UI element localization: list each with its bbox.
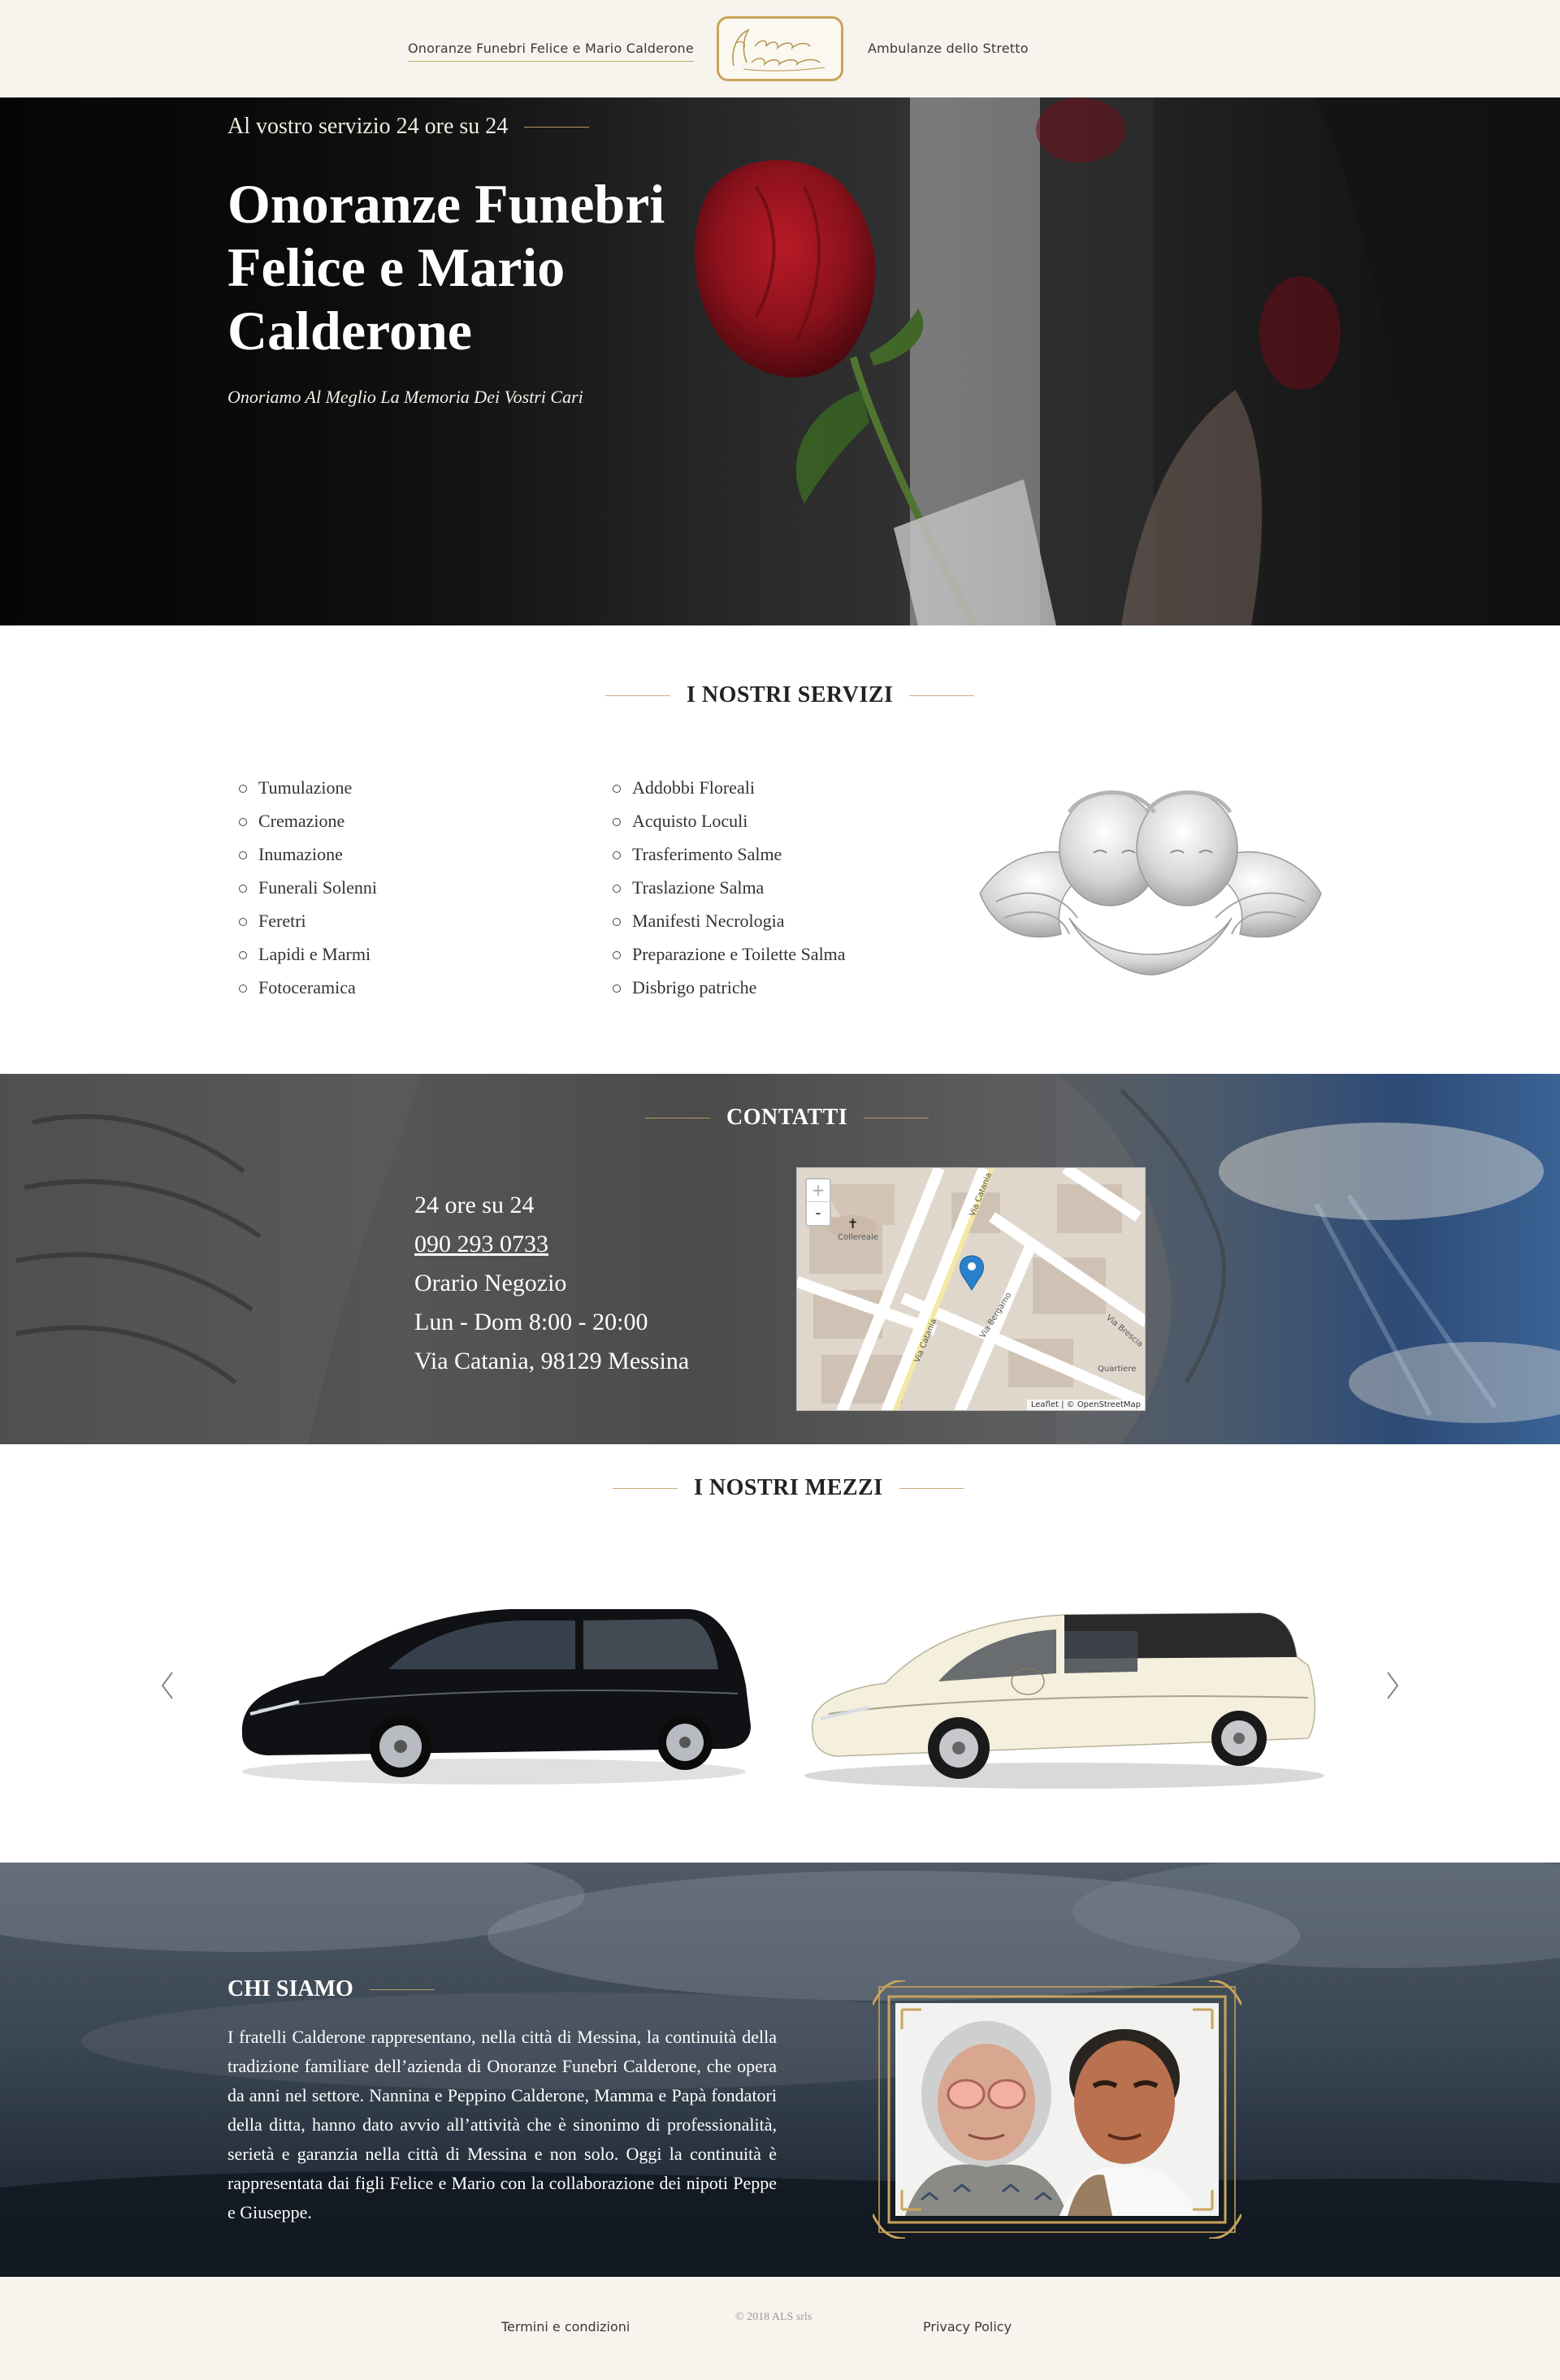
service-item: Funerali Solenni bbox=[234, 876, 526, 900]
service-item: Inumazione bbox=[234, 842, 526, 867]
services-heading: I NOSTRI SERVIZI bbox=[605, 682, 975, 708]
services-list-2: Addobbi Floreali Acquisto Loculi Trasfer… bbox=[608, 776, 852, 1009]
service-item: Fotoceramica bbox=[234, 976, 526, 1000]
hearse-white-image bbox=[804, 1612, 1324, 1789]
terms-link[interactable]: Termini e condizioni bbox=[501, 2319, 630, 2335]
heading-rule-left bbox=[613, 1487, 678, 1489]
about-text: I fratelli Calderone rappresentano, nell… bbox=[228, 2027, 777, 2222]
footer bbox=[0, 2277, 1560, 2380]
services-list-1: Tumulazione Cremazione Inumazione Funera… bbox=[234, 776, 526, 1009]
address: Via Catania, 98129 Messina bbox=[414, 1348, 690, 1374]
map-label-church: Collereale bbox=[838, 1233, 878, 1242]
privacy-link[interactable]: Privacy Policy bbox=[923, 2319, 1012, 2335]
phone-link[interactable]: 090 293 0733 bbox=[414, 1231, 548, 1257]
hours-24-text: 24 ore su 24 bbox=[414, 1192, 535, 1218]
vehicles-heading-text: I NOSTRI MEZZI bbox=[694, 1475, 883, 1500]
shop-hours: Lun - Dom 8:00 - 20:00 bbox=[414, 1309, 648, 1335]
heading-rule-right bbox=[909, 695, 975, 696]
hero-subtitle: Onoriamo Al Meglio La Memoria Dei Vostri… bbox=[228, 387, 583, 407]
cherubs-image bbox=[979, 790, 1322, 976]
map-attribution[interactable]: Leaflet | © OpenStreetMap bbox=[1026, 1400, 1145, 1410]
service-item: Trasferimento Salme bbox=[608, 842, 852, 867]
zoom-in-button[interactable]: + bbox=[807, 1179, 830, 1202]
shop-hours-label: Orario Negozio bbox=[414, 1270, 567, 1296]
nav-link-onoranze[interactable]: Onoranze Funebri Felice e Mario Calderon… bbox=[408, 41, 694, 62]
hero-title: Onoranze Funebri Felice e Mario Calderon… bbox=[228, 173, 665, 361]
map-zoom-controls: + - bbox=[805, 1178, 831, 1227]
heading-rule-right bbox=[899, 1487, 964, 1489]
about-heading-text: CHI SIAMO bbox=[228, 1976, 353, 2001]
service-item: Tumulazione bbox=[234, 776, 526, 800]
heading-rule-right bbox=[864, 1117, 930, 1119]
map-label-district: Quartiere bbox=[1098, 1365, 1136, 1374]
contact-info: 24 ore su 24 090 293 0733 Orario Negozio… bbox=[414, 1186, 689, 1381]
hero-kicker: Al vostro servizio 24 ore su 24 bbox=[228, 114, 590, 140]
founders-portrait-image bbox=[873, 1980, 1242, 2239]
hero-kicker-text: Al vostro servizio 24 ore su 24 bbox=[228, 114, 509, 139]
hearse-black-image bbox=[241, 1609, 751, 1785]
heading-rule-left bbox=[645, 1117, 710, 1119]
map-tiles: Collereale Via Catania Via Catania Via B… bbox=[797, 1168, 1145, 1410]
service-item: Acquisto Loculi bbox=[608, 809, 852, 833]
service-item: Disbrigo patriche bbox=[608, 976, 852, 1000]
location-map[interactable]: Collereale Via Catania Via Catania Via B… bbox=[796, 1167, 1146, 1411]
carousel-next-icon[interactable] bbox=[1380, 1669, 1404, 1702]
logo-script-icon bbox=[732, 28, 826, 71]
nav-link-ambulanze[interactable]: Ambulanze dello Stretto bbox=[868, 41, 1029, 56]
heading-rule bbox=[369, 1988, 435, 1990]
zoom-out-button[interactable]: - bbox=[807, 1202, 830, 1225]
site-logo[interactable] bbox=[717, 16, 843, 81]
service-item: Feretri bbox=[234, 909, 526, 933]
service-item: Manifesti Necrologia bbox=[608, 909, 852, 933]
heading-rule-left bbox=[605, 695, 670, 696]
contacts-heading: CONTATTI bbox=[645, 1105, 930, 1131]
service-item: Preparazione e Toilette Salma bbox=[608, 942, 852, 967]
vehicles-heading: I NOSTRI MEZZI bbox=[613, 1475, 964, 1501]
service-item: Addobbi Floreali bbox=[608, 776, 852, 800]
kicker-rule bbox=[524, 126, 590, 128]
carousel-prev-icon[interactable] bbox=[156, 1669, 180, 1702]
services-heading-text: I NOSTRI SERVIZI bbox=[687, 682, 894, 708]
contacts-heading-text: CONTATTI bbox=[726, 1105, 848, 1130]
service-item: Lapidi e Marmi bbox=[234, 942, 526, 967]
copyright-text: © 2018 ALS srls bbox=[735, 2311, 812, 2323]
service-item: Cremazione bbox=[234, 809, 526, 833]
service-item: Traslazione Salma bbox=[608, 876, 852, 900]
svg-text:✝: ✝ bbox=[847, 1216, 858, 1231]
about-heading: CHI SIAMO bbox=[228, 1976, 435, 2002]
